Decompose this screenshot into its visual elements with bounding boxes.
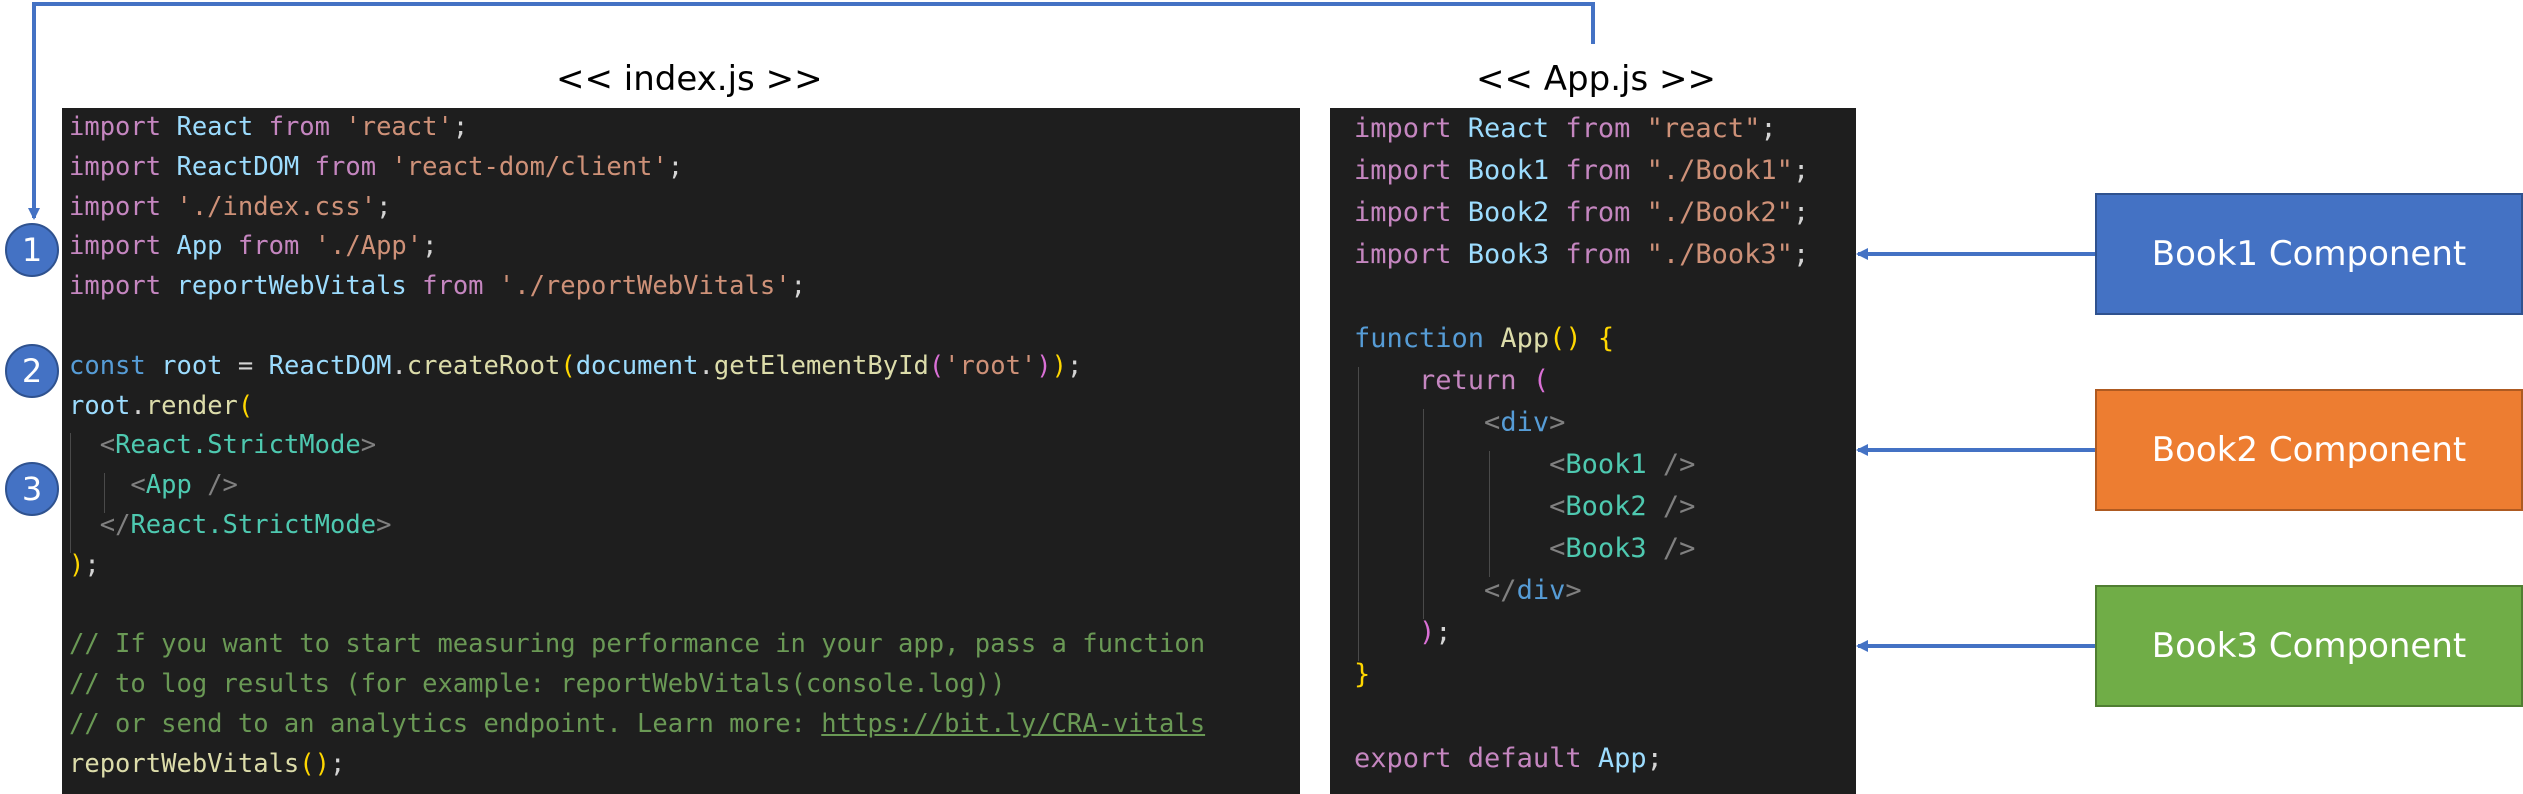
connector-overlay	[28, 2, 2095, 652]
app-to-index-connector	[28, 2, 1595, 220]
